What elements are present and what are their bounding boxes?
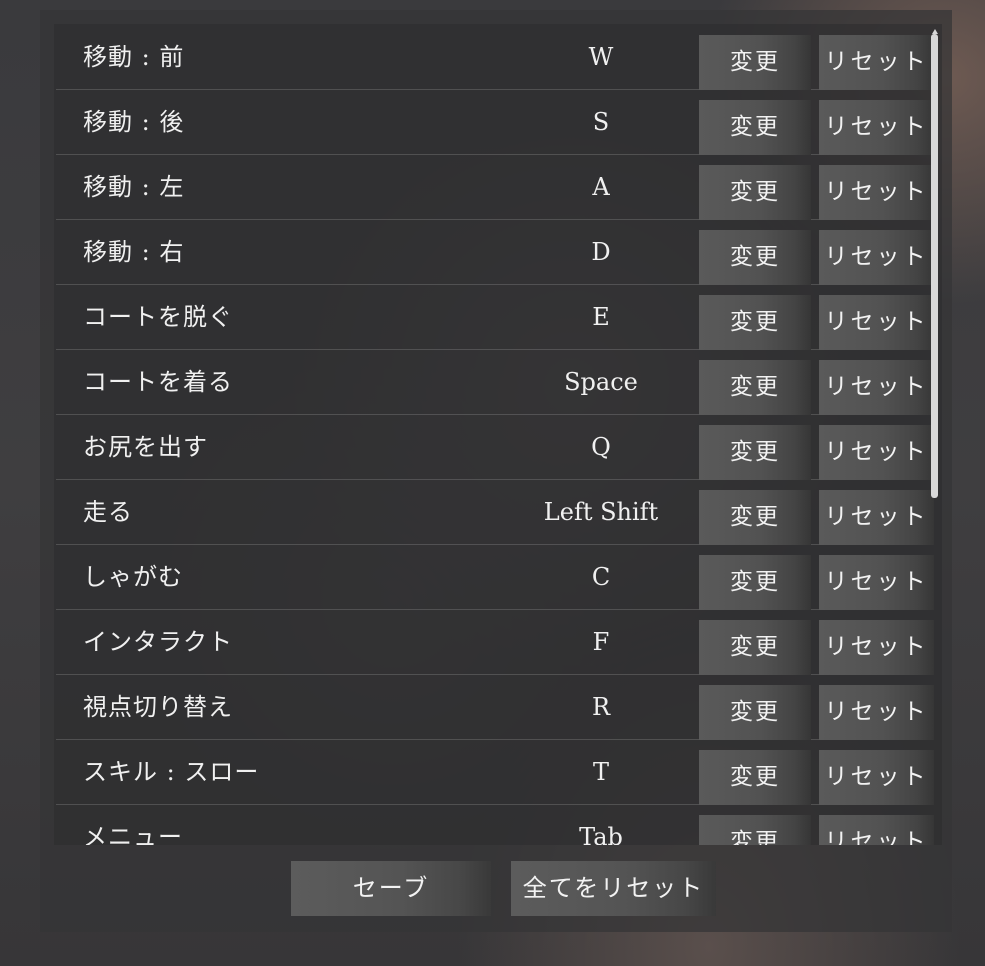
reset-button[interactable]: リセット bbox=[819, 230, 934, 285]
key-value: R bbox=[591, 693, 611, 721]
action-label: しゃがむ bbox=[83, 563, 183, 591]
key-value: T bbox=[592, 758, 609, 786]
keybind-row: 走る Left Shift 変更 リセット bbox=[56, 480, 934, 545]
change-button[interactable]: 変更 bbox=[699, 295, 811, 350]
action-label: コートを脱ぐ bbox=[83, 303, 233, 331]
change-button[interactable]: 変更 bbox=[699, 35, 811, 90]
keybind-row: コートを着る Space 変更 リセット bbox=[56, 350, 934, 415]
reset-button[interactable]: リセット bbox=[819, 815, 934, 845]
keybind-row: 視点切り替え R 変更 リセット bbox=[56, 675, 934, 740]
action-label: 視点切り替え bbox=[83, 693, 233, 721]
change-button[interactable]: 変更 bbox=[699, 685, 811, 740]
reset-button[interactable]: リセット bbox=[819, 360, 934, 415]
scrollbar-thumb[interactable] bbox=[931, 34, 938, 498]
action-label: 移動 : 後 bbox=[83, 108, 185, 136]
keybind-list[interactable]: 移動 : 前 W 変更 リセット 移動 : 後 S 変更 リセット 移動 : 左 A 変更 リセット移… bbox=[54, 24, 942, 845]
reset-button[interactable]: リセット bbox=[819, 685, 934, 740]
action-label: 移動 : 前 bbox=[83, 43, 185, 71]
reset-button[interactable]: リセット bbox=[819, 295, 934, 350]
keybind-row: しゃがむ C 変更 リセット bbox=[56, 545, 934, 610]
change-button[interactable]: 変更 bbox=[699, 230, 811, 285]
action-label: スキル : スロー bbox=[83, 758, 260, 786]
action-label: 移動 : 左 bbox=[83, 173, 185, 201]
reset-button[interactable]: リセット bbox=[819, 620, 934, 675]
reset-button[interactable]: リセット bbox=[819, 35, 934, 90]
keybind-row: お尻を出す Q 変更 リセット bbox=[56, 415, 934, 480]
change-button[interactable]: 変更 bbox=[699, 555, 811, 610]
key-value: C bbox=[591, 563, 611, 591]
key-value: Q bbox=[591, 433, 611, 461]
change-button[interactable]: 変更 bbox=[699, 425, 811, 480]
key-value: F bbox=[592, 628, 610, 656]
reset-button[interactable]: リセット bbox=[819, 165, 934, 220]
keybind-row: 移動 : 左 A 変更 リセット bbox=[56, 155, 934, 220]
change-button[interactable]: 変更 bbox=[699, 165, 811, 220]
keybind-row: 移動 : 前 W 変更 リセット bbox=[56, 25, 934, 90]
key-value: S bbox=[592, 108, 610, 136]
key-value: W bbox=[588, 43, 614, 71]
keybind-row: 移動 : 右 D 変更 リセット bbox=[56, 220, 934, 285]
change-button[interactable]: 変更 bbox=[699, 100, 811, 155]
action-label: メニュー bbox=[83, 823, 183, 845]
reset-button[interactable]: リセット bbox=[819, 490, 934, 545]
reset-button[interactable]: リセット bbox=[819, 555, 934, 610]
action-label: お尻を出す bbox=[83, 433, 208, 461]
reset-button[interactable]: リセット bbox=[819, 425, 934, 480]
action-label: 移動 : 右 bbox=[83, 238, 185, 266]
key-value: Space bbox=[564, 368, 638, 396]
action-label: コートを着る bbox=[83, 368, 233, 396]
keybind-row: 移動 : 後 S 変更 リセット bbox=[56, 90, 934, 155]
change-button[interactable]: 変更 bbox=[699, 620, 811, 675]
action-label: 走る bbox=[83, 498, 133, 526]
change-button[interactable]: 変更 bbox=[699, 360, 811, 415]
change-button[interactable]: 変更 bbox=[699, 750, 811, 805]
change-button[interactable]: 変更 bbox=[699, 815, 811, 845]
key-value: E bbox=[592, 303, 610, 331]
change-button[interactable]: 変更 bbox=[699, 490, 811, 545]
keybind-row: インタラクト F 変更 リセット bbox=[56, 610, 934, 675]
key-value: Tab bbox=[579, 823, 623, 845]
reset-all-button[interactable]: 全てをリセット bbox=[511, 861, 716, 916]
keybind-row: スキル : スロー T 変更 リセット bbox=[56, 740, 934, 805]
action-label: インタラクト bbox=[83, 628, 233, 656]
keybind-row: メニュー Tab 変更 リセット bbox=[56, 805, 934, 845]
key-value: D bbox=[591, 238, 611, 266]
key-value: A bbox=[592, 173, 610, 201]
key-value: Left Shift bbox=[543, 498, 659, 526]
reset-button[interactable]: リセット bbox=[819, 100, 934, 155]
keybind-row: コートを脱ぐ E 変更 リセット bbox=[56, 285, 934, 350]
reset-button[interactable]: リセット bbox=[819, 750, 934, 805]
save-button[interactable]: セーブ bbox=[291, 861, 491, 916]
